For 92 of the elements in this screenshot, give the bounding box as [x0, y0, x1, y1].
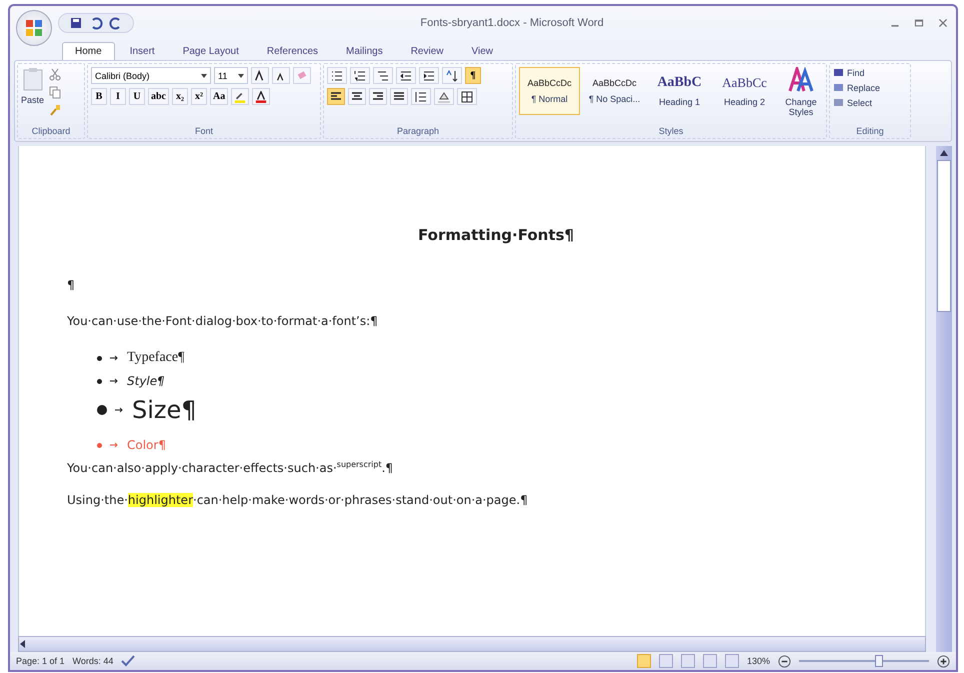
paragraph-text: Using·the·highlighter·can·help·make·words·or·phrases·stand·out·on·a·page.¶	[67, 493, 528, 507]
show-marks-button[interactable]: ¶	[465, 67, 481, 84]
ribbon-tab[interactable]: Insert	[116, 42, 168, 60]
align-left-icon	[330, 92, 342, 101]
style-gallery-item[interactable]: AaBbCcDc ¶ No Spaci...	[584, 67, 645, 115]
line-spacing-icon[interactable]	[414, 90, 428, 104]
font-size-field[interactable]: 11	[214, 67, 248, 84]
caret-icon[interactable]	[201, 74, 207, 78]
font-name-field[interactable]: Calibri (Body)	[91, 67, 211, 84]
zoom-level[interactable]: 130%	[746, 656, 770, 666]
office-button[interactable]	[16, 10, 52, 46]
format-button[interactable]: abc	[148, 88, 169, 105]
scroll-up-icon[interactable]	[940, 150, 948, 156]
vertical-scrollbar[interactable]	[936, 146, 952, 652]
style-gallery-item[interactable]: AaBbCcDc ¶ Normal	[519, 67, 580, 115]
group-label: Clipboard	[30, 126, 72, 138]
justify-icon	[393, 92, 405, 101]
format-button[interactable]: x₂	[172, 88, 188, 105]
tab-arrow-icon	[110, 378, 119, 384]
bullet-icon	[97, 405, 107, 415]
paragraph-text: You·can·also·apply·character·effects·such·as·$^{superscript}$.¶	[67, 461, 394, 475]
ribbon-tab[interactable]: Mailings	[333, 42, 396, 60]
ribbon-tab[interactable]: View	[458, 42, 506, 60]
align-button[interactable]	[390, 88, 408, 105]
proofing-icon[interactable]	[121, 655, 136, 667]
editing-button[interactable]: Select	[833, 97, 880, 108]
bullet-icon	[97, 356, 102, 360]
align-button[interactable]	[369, 88, 387, 105]
zoom-in-icon[interactable]	[937, 654, 950, 668]
style-gallery-item[interactable]: AaBbC Heading 1	[649, 67, 710, 115]
change-styles-button[interactable]: Change Styles	[779, 97, 823, 117]
format-button[interactable]: x²	[191, 88, 207, 105]
word-count[interactable]: Words: 44	[72, 656, 114, 666]
clipboard-icon	[22, 67, 44, 91]
paragraph-text: You·can·use·the·Font·dialog·box·to·format·a·font’s:¶	[67, 314, 378, 328]
group-label: Paragraph	[396, 126, 440, 138]
decrease-indent-icon[interactable]	[399, 68, 413, 82]
scroll-left-icon[interactable]	[19, 640, 27, 648]
bullets-icon[interactable]	[330, 68, 344, 82]
format-button[interactable]: Aa	[210, 88, 228, 105]
paragraph-mark: ¶	[67, 278, 75, 292]
ribbon-tab[interactable]: References	[254, 42, 332, 60]
logo-icon	[24, 18, 44, 38]
style-gallery-item[interactable]: AaBbCc Heading 2	[714, 67, 775, 115]
bullet-text: Color¶	[127, 438, 166, 452]
align-button[interactable]	[348, 88, 366, 105]
highlighter-icon[interactable]	[234, 90, 246, 102]
group-label: Editing	[855, 126, 885, 138]
group-label: Styles	[658, 126, 684, 138]
format-button[interactable]: I	[110, 88, 126, 105]
numbering-icon[interactable]	[353, 68, 367, 82]
grow-font-icon[interactable]	[254, 70, 266, 82]
window-title: Fonts-sbryant1.docx - Microsoft Word	[419, 17, 605, 29]
ribbon-tab[interactable]: Home	[62, 42, 115, 60]
bullet-text: Style¶	[127, 374, 165, 388]
save-icon[interactable]	[69, 16, 83, 30]
caret-icon[interactable]	[238, 74, 244, 78]
close-icon[interactable]	[938, 18, 948, 28]
page-count[interactable]: Page: 1 of 1	[16, 656, 65, 666]
multilevel-list-icon[interactable]	[376, 68, 390, 82]
bullet-text: Size¶	[132, 396, 197, 424]
shading-icon[interactable]	[437, 90, 451, 104]
horizontal-scrollbar[interactable]	[18, 636, 926, 652]
scissors-icon[interactable]	[48, 67, 62, 81]
paste-button[interactable]: Paste	[21, 95, 44, 105]
font-color-icon[interactable]	[255, 90, 268, 102]
scroll-thumb[interactable]	[937, 160, 951, 312]
editing-button[interactable]: Replace	[833, 82, 880, 93]
tab-arrow-icon	[115, 407, 124, 413]
tab-arrow-icon	[110, 355, 119, 361]
maximize-icon[interactable]	[914, 18, 924, 28]
borders-icon[interactable]	[460, 90, 474, 104]
zoom-out-icon[interactable]	[778, 654, 791, 668]
group-label: Font	[194, 126, 214, 138]
zoom-thumb[interactable]	[874, 655, 883, 667]
sort-icon[interactable]	[445, 68, 459, 82]
ribbon-tab[interactable]: Review	[398, 42, 456, 60]
align-button[interactable]	[327, 88, 345, 105]
document-title: Formatting·Fonts¶	[417, 226, 575, 244]
ribbon-tab[interactable]: Page Layout	[170, 42, 252, 60]
bullet-icon	[97, 378, 102, 384]
brush-icon[interactable]	[48, 103, 62, 117]
bullet-text: Typeface¶	[127, 350, 184, 366]
tab-arrow-icon	[110, 442, 119, 448]
copy-icon[interactable]	[48, 85, 62, 99]
format-button[interactable]: B	[91, 88, 107, 105]
align-center-icon	[351, 92, 363, 101]
editing-button[interactable]: Find	[833, 67, 880, 78]
styles-icon[interactable]	[788, 67, 814, 93]
align-right-icon	[372, 92, 384, 101]
format-button[interactable]: U	[129, 88, 145, 105]
increase-indent-icon[interactable]	[422, 68, 436, 82]
